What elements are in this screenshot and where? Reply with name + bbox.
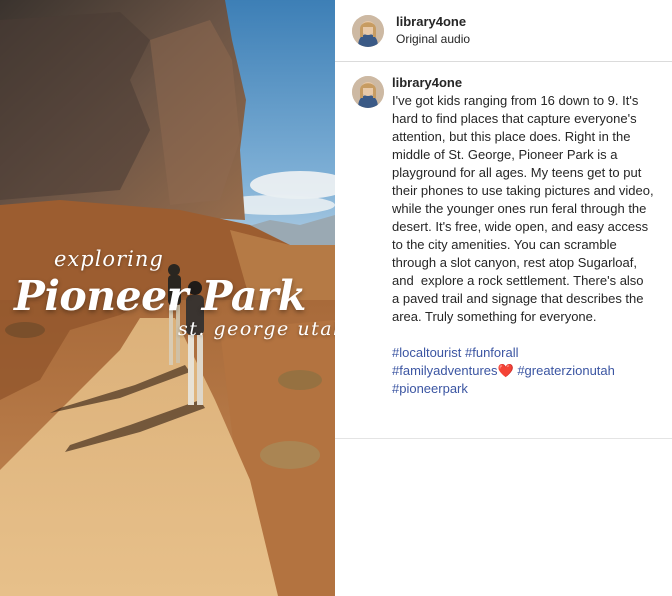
overlay-exploring-text: exploring bbox=[54, 247, 164, 271]
header-username[interactable]: library4one bbox=[396, 13, 470, 30]
caption-username[interactable]: library4one bbox=[392, 74, 654, 92]
caption-text: I've got kids ranging from 16 down to 9.… bbox=[392, 93, 658, 324]
post-details-panel: library4one Original audio library4one I… bbox=[335, 0, 672, 596]
heart-emoji: ❤️ bbox=[497, 363, 514, 378]
hashtag-link[interactable]: #familyadventures bbox=[392, 363, 498, 378]
profile-photo-icon bbox=[352, 14, 384, 47]
original-audio-link[interactable]: Original audio bbox=[396, 31, 470, 48]
post-header: library4one Original audio bbox=[335, 0, 672, 62]
post-media[interactable]: exploring Pioneer Park st. george utah bbox=[0, 0, 335, 596]
divider bbox=[335, 438, 672, 439]
overlay-location-text: st. george utah bbox=[178, 318, 335, 340]
hashtags: #localtourist #funforall #familyadventur… bbox=[392, 344, 654, 398]
hashtag-link[interactable]: #localtourist bbox=[392, 345, 461, 360]
hashtag-link[interactable]: #greaterzionutah bbox=[517, 363, 615, 378]
caption-comment: library4one I've got kids ranging from 1… bbox=[335, 62, 672, 398]
profile-photo-icon bbox=[352, 76, 384, 108]
hashtag-link[interactable]: #pioneerpark bbox=[392, 381, 468, 396]
caption-avatar[interactable] bbox=[352, 76, 384, 108]
avatar[interactable] bbox=[352, 14, 384, 47]
overlay-title: Pioneer Park bbox=[14, 272, 306, 320]
hashtag-link[interactable]: #funforall bbox=[465, 345, 518, 360]
